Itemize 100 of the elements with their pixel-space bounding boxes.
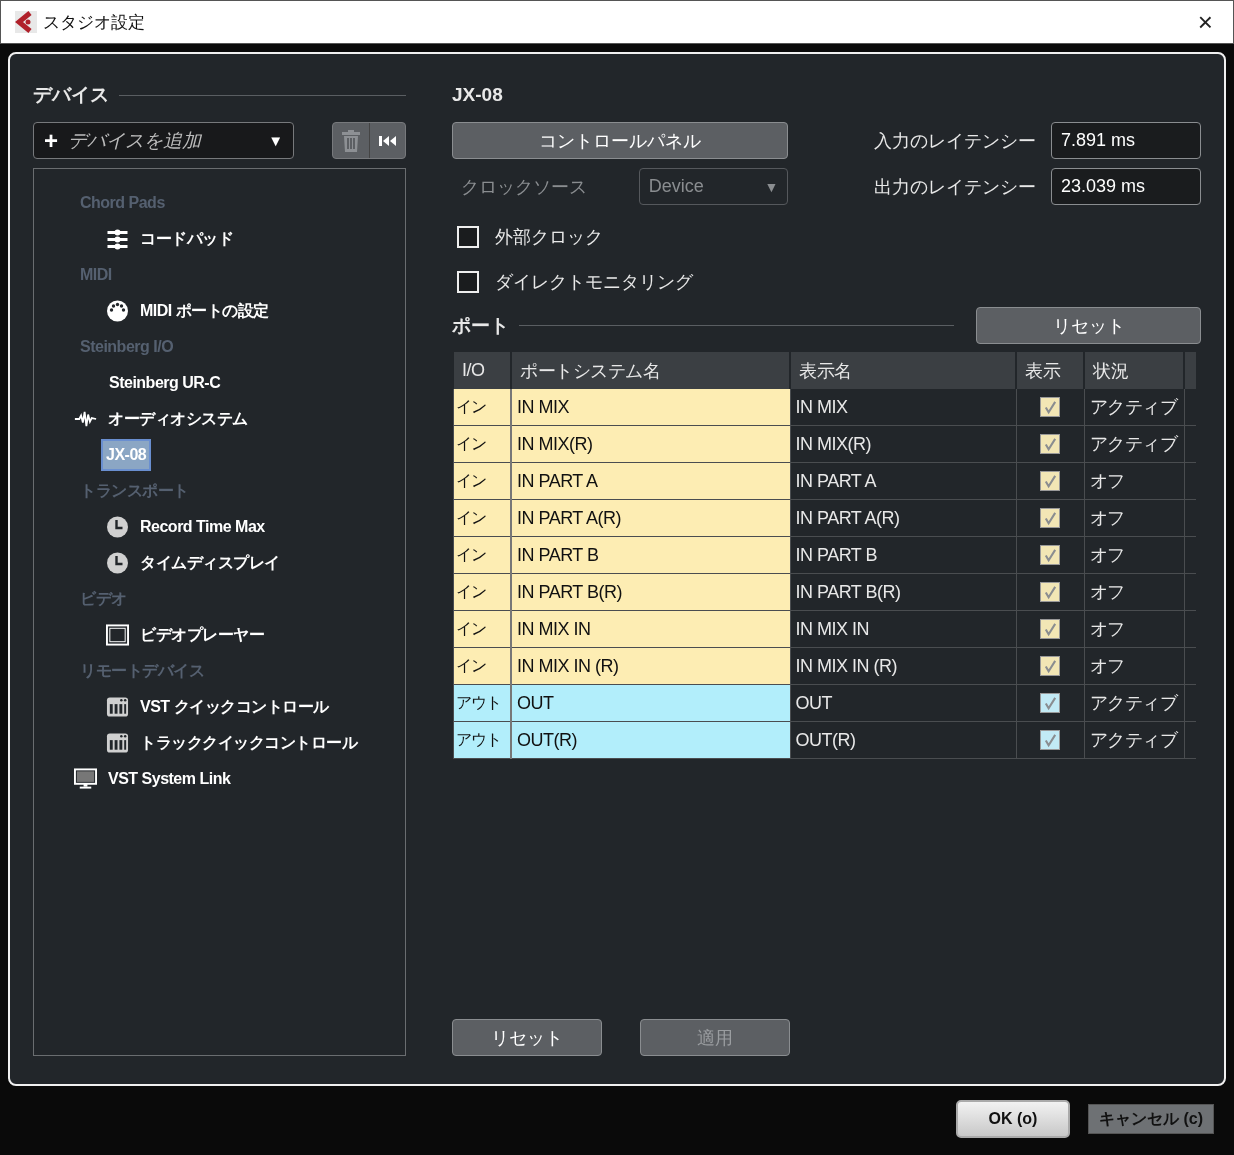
tree-item[interactable]: トラッククイックコントロール — [137, 727, 360, 759]
table-cell: OUT(R) — [511, 721, 790, 759]
tree-item[interactable]: MIDI ポートの設定 — [137, 295, 272, 327]
tree-item[interactable]: オーディオシステム — [105, 403, 251, 435]
table-cell: アクティブ — [1084, 389, 1184, 426]
ok-button[interactable]: OK (o) — [956, 1100, 1070, 1138]
table-cell: IN MIX — [790, 389, 1016, 426]
checkmark-icon — [1042, 584, 1058, 600]
column-header[interactable]: 表示 — [1016, 352, 1084, 389]
table-cell: イン — [453, 425, 511, 463]
table-cell: オフ — [1084, 536, 1184, 574]
table-cell: イン — [453, 647, 511, 685]
field-label: 出力のレイテンシー — [874, 175, 1038, 199]
checkmark-icon — [1042, 695, 1058, 711]
table-cell: IN MIX — [511, 389, 790, 426]
tree-item[interactable]: Steinberg UR-C — [106, 369, 224, 397]
table-cell: イン — [453, 573, 511, 611]
checkbox[interactable] — [1040, 471, 1060, 491]
table-cell: IN MIX(R) — [511, 425, 790, 463]
checkmark-icon — [1042, 399, 1058, 415]
trash-icon — [341, 129, 361, 152]
close-button[interactable]: × — [1191, 6, 1219, 38]
table-cell: IN PART B — [790, 536, 1016, 574]
checkbox[interactable] — [1040, 656, 1060, 676]
checkmark-icon — [1042, 436, 1058, 452]
field-label: 入力のレイテンシー — [874, 129, 1038, 153]
table-cell: イン — [453, 389, 511, 426]
table-cell: アウト — [453, 721, 511, 759]
tree-item[interactable]: VST System Link — [105, 765, 234, 793]
checkmark-icon — [1042, 732, 1058, 748]
reset-button[interactable]: リセット — [976, 307, 1201, 344]
checkbox-label: ダイレクトモニタリング — [495, 270, 693, 294]
column-header[interactable]: 状況 — [1084, 352, 1184, 389]
checkbox[interactable] — [1040, 730, 1060, 750]
clock-icon — [106, 516, 129, 538]
table-cell: IN PART A — [511, 462, 790, 500]
table-cell: IN PART A(R) — [790, 499, 1016, 537]
section-heading: ポート — [452, 313, 509, 338]
table-cell: オフ — [1084, 462, 1184, 500]
table-cell: イン — [453, 462, 511, 500]
plus-icon: + — [44, 126, 58, 155]
table-cell: オフ — [1084, 610, 1184, 648]
output-latency-field[interactable]: 23.039 ms — [1051, 168, 1201, 205]
checkmark-icon — [1042, 621, 1058, 637]
checkmark-icon — [1042, 510, 1058, 526]
tree-item[interactable]: コードパッド — [137, 223, 236, 255]
table-cell: イン — [453, 499, 511, 537]
input-latency-field[interactable]: 7.891 ms — [1051, 122, 1201, 159]
column-header[interactable]: 表示名 — [790, 352, 1016, 389]
cancel-button[interactable]: キャンセル (c) — [1088, 1104, 1214, 1134]
tree-item[interactable]: Record Time Max — [137, 513, 268, 541]
tree-item[interactable]: タイムディスプレイ — [137, 547, 283, 579]
column-header[interactable]: ポートシステム名 — [511, 352, 790, 389]
controller-icon — [106, 696, 129, 718]
checkmark-icon — [1042, 473, 1058, 489]
table-cell: オフ — [1084, 499, 1184, 537]
table-cell: IN MIX IN — [790, 610, 1016, 648]
checkmark-icon — [1042, 547, 1058, 563]
table-cell: IN MIX(R) — [790, 425, 1016, 463]
app-logo-icon — [15, 11, 37, 33]
control-panel-button[interactable]: コントロールパネル — [452, 122, 789, 159]
window-title: スタジオ設定 — [43, 11, 146, 34]
table-cell: アウト — [453, 684, 511, 722]
clock-icon — [106, 552, 129, 574]
device-title: JX-08 — [452, 84, 503, 106]
dropdown-placeholder: デバイスを追加 — [68, 128, 203, 153]
checkbox[interactable] — [1040, 693, 1060, 713]
table-cell: IN MIX IN — [511, 610, 790, 648]
controller-icon — [106, 732, 129, 754]
table-cell: IN MIX IN (R) — [511, 647, 790, 685]
checkbox[interactable] — [1040, 397, 1060, 417]
table-cell: イン — [453, 610, 511, 648]
table-cell: IN PART A(R) — [511, 499, 790, 537]
field-label: クロックソース — [460, 175, 588, 199]
table-cell: オフ — [1084, 647, 1184, 685]
sliders-icon — [106, 228, 129, 250]
section-heading: デバイス — [33, 83, 109, 107]
checkmark-icon — [1042, 658, 1058, 674]
checkbox[interactable] — [1040, 619, 1060, 639]
reset-button[interactable]: リセット — [452, 1019, 602, 1056]
table-cell: IN PART B(R) — [790, 573, 1016, 611]
column-header[interactable]: I/O — [453, 352, 511, 389]
checkbox[interactable] — [1040, 508, 1060, 528]
checkbox-label: 外部クロック — [495, 225, 603, 249]
table-cell: IN PART B(R) — [511, 573, 790, 611]
midi-port-icon — [106, 300, 129, 322]
table-cell: OUT — [511, 684, 790, 722]
tree-item[interactable]: ビデオプレーヤー — [137, 619, 267, 651]
film-strip-icon — [106, 624, 129, 646]
add-device-dropdown[interactable]: + デバイスを追加 ▼ — [33, 122, 294, 159]
checkbox[interactable] — [1040, 582, 1060, 602]
checkbox[interactable] — [1040, 545, 1060, 565]
table-cell: オフ — [1084, 573, 1184, 611]
table-cell: OUT(R) — [790, 721, 1016, 759]
skip-back-icon — [377, 134, 398, 147]
table-cell: IN MIX IN (R) — [790, 647, 1016, 685]
table-cell: アクティブ — [1084, 721, 1184, 759]
table-cell: IN PART B — [511, 536, 790, 574]
checkbox[interactable] — [1040, 434, 1060, 454]
tree-item[interactable]: VST クイックコントロール — [137, 691, 332, 723]
